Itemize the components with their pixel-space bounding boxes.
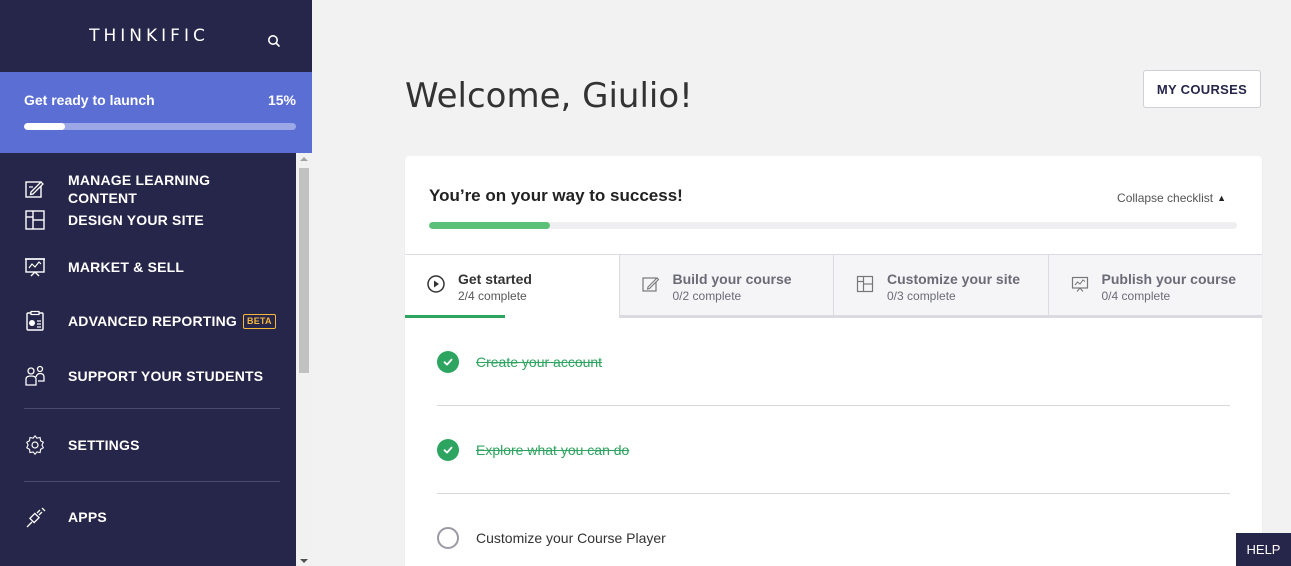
tab-progress-text: 0/4 complete [1101, 289, 1171, 303]
task-label: Customize your Course Player [476, 530, 666, 546]
empty-circle-icon[interactable] [437, 527, 459, 549]
tab-title: Build your course [672, 271, 792, 287]
brand-header: THINKIFIC [0, 0, 312, 72]
collapse-checklist-label: Collapse checklist [1117, 191, 1214, 205]
layout-icon [856, 275, 874, 293]
gear-icon [24, 434, 46, 456]
search-icon[interactable] [266, 33, 282, 49]
sidebar-item-support-your-students[interactable]: SUPPORT YOUR STUDENTS [0, 344, 296, 408]
report-icon [24, 310, 46, 332]
launch-progress-panel[interactable]: Get ready to launch 15% [0, 72, 312, 153]
sidebar-item-advanced-reporting[interactable]: ADVANCED REPORTING BETA [0, 298, 296, 344]
sidebar-nav: MANAGE LEARNING CONTENT DESIGN YOUR SITE… [0, 153, 296, 552]
scroll-down-arrow-icon[interactable] [300, 559, 308, 563]
collapse-checklist-link[interactable]: Collapse checklist ▲ [1117, 191, 1226, 205]
tab-get-started[interactable]: Get started 2/4 complete [405, 255, 619, 318]
launch-progress-bar [24, 123, 296, 130]
sidebar-item-label: SETTINGS [68, 437, 140, 453]
checklist-card: You’re on your way to success! Collapse … [405, 156, 1262, 566]
launch-percent: 15% [267, 92, 296, 108]
tab-publish-your-course[interactable]: Publish your course 0/4 complete [1047, 255, 1262, 318]
sidebar-item-market-sell[interactable]: MARKET & SELL [0, 236, 296, 298]
plug-icon [24, 506, 46, 528]
checklist-progress-bar [429, 222, 1237, 229]
sidebar-item-label: DESIGN YOUR SITE [68, 212, 204, 228]
tab-title: Get started [458, 271, 532, 287]
launch-progress-fill [24, 123, 65, 130]
task-customize-course-player[interactable]: Customize your Course Player [437, 494, 1230, 566]
tab-customize-your-site[interactable]: Customize your site 0/3 complete [833, 255, 1048, 318]
scroll-up-arrow-icon[interactable] [300, 157, 308, 161]
tab-build-your-course[interactable]: Build your course 0/2 complete [618, 255, 833, 318]
task-label: Explore what you can do [476, 441, 630, 458]
edit-content-icon [641, 275, 660, 293]
sidebar-item-apps[interactable]: APPS [0, 482, 296, 552]
page-title: Welcome, Giulio! [405, 76, 693, 116]
check-circle-icon [437, 438, 459, 461]
sidebar: THINKIFIC Get ready to launch 15% MANAGE… [0, 0, 312, 566]
sidebar-item-label: SUPPORT YOUR STUDENTS [68, 368, 264, 384]
my-courses-button[interactable]: MY COURSES [1143, 70, 1261, 108]
task-list: Create your account Explore what you can… [437, 318, 1230, 566]
help-button[interactable]: HELP [1236, 533, 1291, 566]
sidebar-item-settings[interactable]: SETTINGS [0, 409, 296, 481]
students-icon [24, 365, 46, 387]
task-create-account[interactable]: Create your account [437, 318, 1230, 406]
checklist-progress-fill [429, 222, 551, 229]
brand-logo[interactable]: THINKIFIC [89, 26, 209, 46]
beta-badge: BETA [243, 313, 276, 329]
check-circle-icon [437, 350, 459, 373]
tab-title: Customize your site [887, 271, 1021, 287]
sidebar-item-label: APPS [68, 509, 107, 525]
checklist-heading: You’re on your way to success! [429, 186, 683, 205]
play-circle-icon [427, 275, 445, 293]
tab-title: Publish your course [1101, 271, 1237, 287]
sidebar-item-label: MANAGE LEARNING CONTENT [68, 171, 211, 206]
layout-icon [24, 209, 46, 231]
launch-label: Get ready to launch [24, 92, 155, 108]
task-label: Create your account [476, 353, 603, 370]
chevron-up-icon: ▲ [1217, 193, 1226, 203]
presentation-chart-icon [24, 256, 46, 278]
checklist-tabs: Get started 2/4 complete Build your cour… [405, 254, 1262, 318]
edit-content-icon [24, 178, 46, 200]
tab-progress-text: 0/3 complete [887, 289, 956, 303]
tab-progress-text: 0/2 complete [672, 289, 742, 303]
sidebar-item-label: MARKET & SELL [68, 259, 185, 275]
sidebar-item-label: ADVANCED REPORTING [68, 313, 238, 329]
task-explore[interactable]: Explore what you can do [437, 406, 1230, 494]
sidebar-scrollbar-thumb[interactable] [299, 168, 309, 373]
tab-progress-text: 2/4 complete [458, 289, 527, 303]
presentation-chart-icon [1071, 275, 1089, 293]
